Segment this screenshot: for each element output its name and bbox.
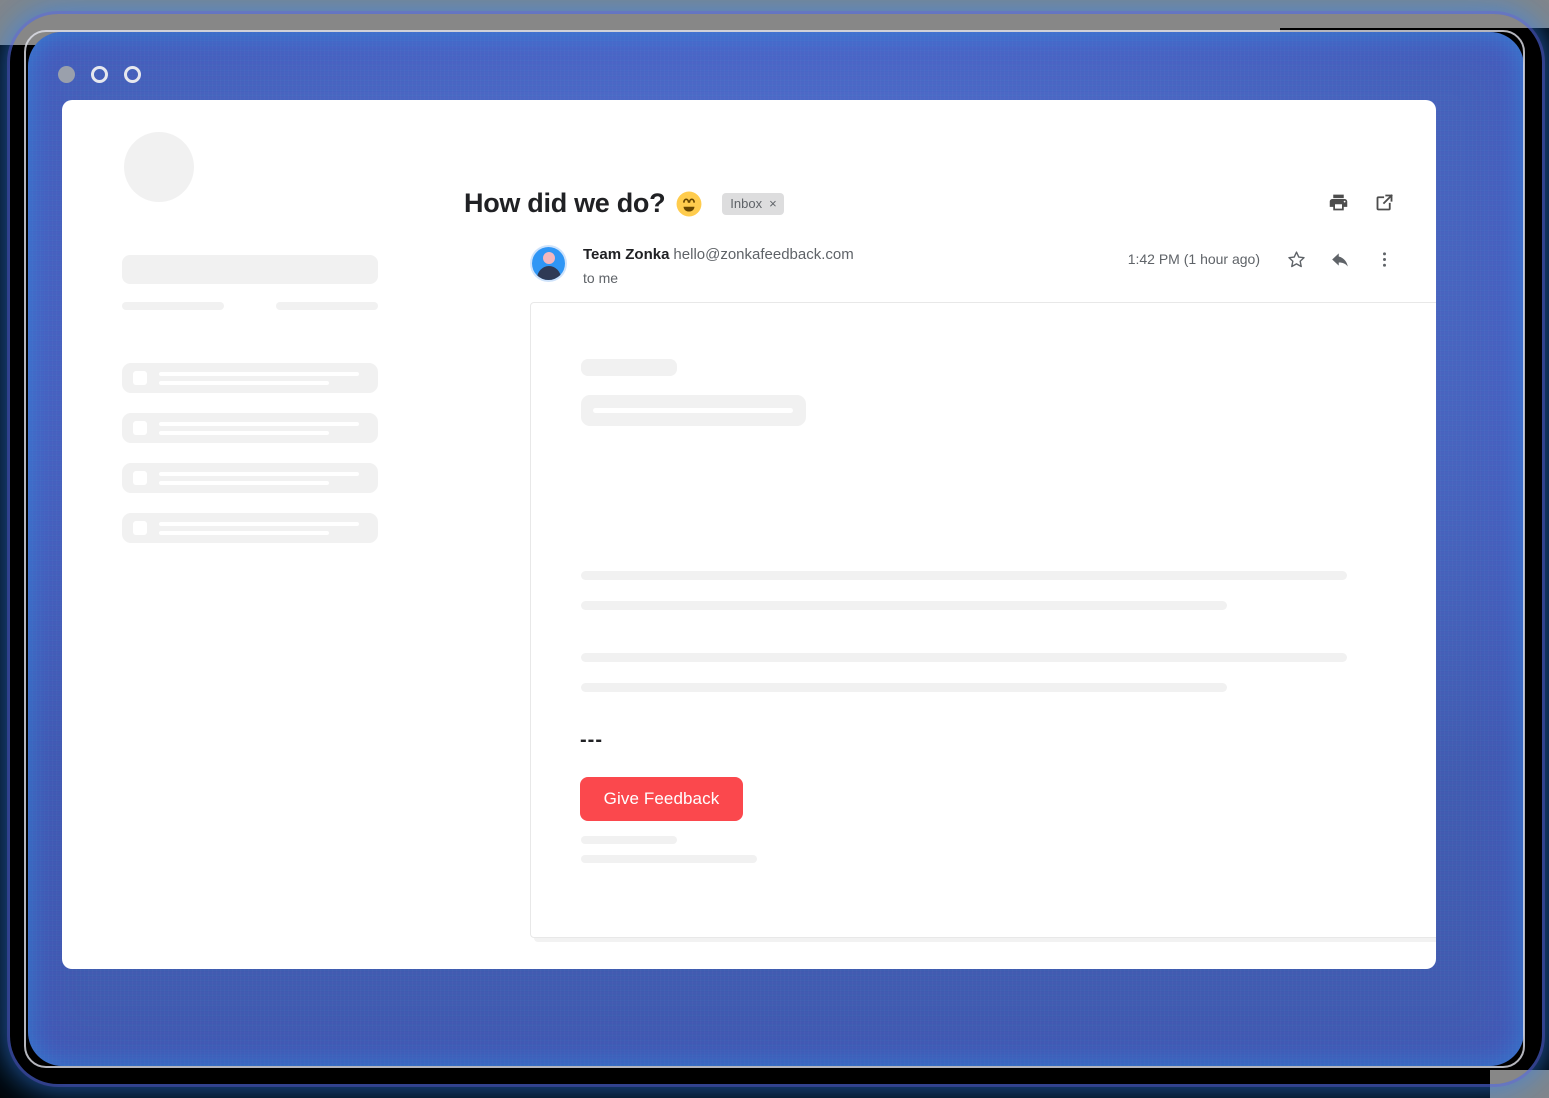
- close-icon[interactable]: ×: [769, 197, 777, 210]
- email-body-card: --- Give Feedback: [530, 302, 1436, 938]
- avatar-body: [536, 266, 561, 280]
- close-dot[interactable]: [58, 66, 75, 83]
- avatar-head: [542, 252, 555, 264]
- checkbox-icon: [133, 371, 147, 385]
- avatar-inner-circle: [532, 247, 565, 280]
- print-icon[interactable]: [1326, 190, 1350, 214]
- sender-meta: Team Zonka hello@zonkafeedback.com to me: [583, 244, 854, 286]
- checkbox-icon: [133, 421, 147, 435]
- recipient-label[interactable]: to me: [583, 270, 854, 286]
- backdrop-gray-band-bottom-right: [1490, 1070, 1549, 1098]
- list-item-line-primary: [159, 472, 359, 476]
- checkbox-icon: [133, 471, 147, 485]
- sidebar-subtext-placeholder-2: [276, 302, 378, 310]
- star-icon[interactable]: [1284, 247, 1308, 271]
- sidebar: [62, 100, 392, 969]
- body-skeleton-title: [581, 359, 677, 376]
- sender-line: Team Zonka hello@zonkafeedback.com: [583, 244, 854, 265]
- status-badge[interactable]: Inbox ×: [722, 192, 784, 215]
- body-divider: ---: [580, 729, 603, 751]
- list-item[interactable]: [122, 413, 378, 443]
- more-options-icon[interactable]: [1372, 247, 1396, 271]
- list-item-line-primary: [159, 422, 359, 426]
- smiling-face-icon: [675, 190, 703, 218]
- label-chip-text: Inbox: [730, 195, 763, 211]
- message-actions: 1:42 PM (1 hour ago): [1128, 247, 1396, 271]
- list-item[interactable]: [122, 463, 378, 493]
- list-item[interactable]: [122, 363, 378, 393]
- body-skeleton-footer-2: [581, 855, 757, 863]
- sender-row: Team Zonka hello@zonkafeedback.com to me …: [530, 245, 1396, 293]
- maximize-dot[interactable]: [124, 66, 141, 83]
- reply-icon[interactable]: [1328, 247, 1352, 271]
- give-feedback-button[interactable]: Give Feedback: [580, 777, 743, 821]
- list-item-line-primary: [159, 522, 359, 526]
- body-skeleton-footer-1: [581, 836, 677, 844]
- sidebar-list: [122, 363, 378, 563]
- backdrop-gray-band-top-right: [1280, 0, 1549, 28]
- list-item-line-primary: [159, 372, 359, 376]
- header-actions: [1326, 190, 1396, 214]
- minimize-dot[interactable]: [91, 66, 108, 83]
- timestamp: 1:42 PM (1 hour ago): [1127, 251, 1260, 267]
- mail-app-page: How did we do? Inbox × Team Zonka hello@…: [62, 100, 1436, 969]
- mail-reading-pane: How did we do? Inbox × Team Zonka hello@…: [392, 100, 1436, 969]
- mail-header: How did we do? Inbox ×: [464, 188, 1396, 219]
- list-item-line-secondary: [159, 431, 329, 435]
- list-item-line-secondary: [159, 381, 329, 385]
- list-item-line-secondary: [159, 481, 329, 485]
- list-item[interactable]: [122, 513, 378, 543]
- sender-email: hello@zonkafeedback.com: [673, 246, 854, 263]
- checkbox-icon: [133, 521, 147, 535]
- avatar: [530, 245, 567, 282]
- list-item-line-secondary: [159, 531, 329, 535]
- sidebar-avatar-placeholder: [124, 132, 194, 202]
- body-skeleton-block: [581, 395, 806, 426]
- sidebar-subtext-placeholder-1: [122, 302, 224, 310]
- body-skeleton-line-3: [581, 653, 1347, 662]
- body-skeleton-line-4: [581, 683, 1227, 692]
- window-controls: [58, 66, 141, 83]
- page-title: How did we do?: [464, 188, 666, 218]
- body-skeleton-line-2: [581, 601, 1227, 610]
- open-in-new-window-icon[interactable]: [1372, 190, 1396, 214]
- sidebar-compose-placeholder: [122, 255, 378, 284]
- body-skeleton-block-line: [593, 408, 793, 413]
- sender-name: Team Zonka: [583, 246, 670, 263]
- body-skeleton-line-1: [581, 571, 1347, 580]
